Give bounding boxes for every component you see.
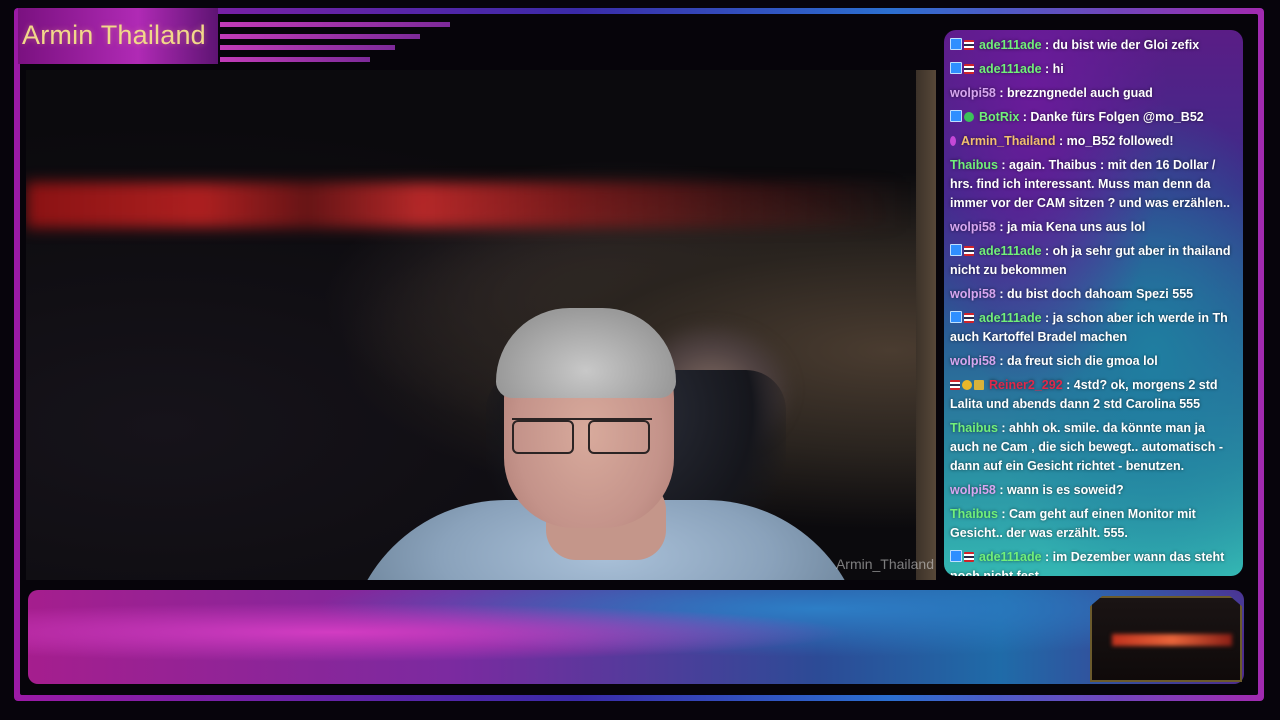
cam-watermark: Armin_Thailand [835,556,934,572]
chat-text: wann is es soweid? [1006,483,1124,497]
chat-message: wolpi58 : du bist doch dahoam Spezi 555 [950,287,1194,301]
chat-badges [950,242,976,261]
chat-message: wolpi58 : da freut sich die gmoa lol [950,354,1158,368]
chat-username[interactable]: ade111ade [979,62,1042,76]
chat-message: Thaibus : Cam geht auf einen Monitor mit… [950,507,1196,540]
chat-message: BotRix : Danke fürs Folgen @mo_B52 [944,106,1243,130]
chat-message: ade111ade : im Dezember wann das steht n… [944,546,1243,576]
chat-text: da freut sich die gmoa lol [1006,354,1158,368]
thai-flag-icon [964,40,974,50]
chat-badges [950,60,976,79]
prime-icon [950,110,962,122]
chat-username[interactable]: wolpi58 [950,220,996,234]
chat-message: wolpi58 : brezzngnedel auch guad [950,86,1153,100]
background-door [916,70,936,580]
chat-username[interactable]: Armin_Thailand [961,134,1055,148]
chat-message: ade111ade : du bist wie der Gloi zefix [944,34,1243,58]
chat-message: Thaibus : ahhh ok. smile. da könnte man … [950,421,1223,473]
chat-text: hi [1052,62,1064,76]
chat-username[interactable]: Thaibus [950,421,998,435]
chat-badges [950,309,976,328]
chat-message: Thaibus : again. Thaibus : mit den 16 Do… [950,158,1230,210]
crown-icon [974,380,984,390]
chat-username[interactable]: Thaibus [950,507,998,521]
prime-icon [950,38,962,50]
chat-username[interactable]: ade111ade [979,38,1042,52]
streamer-glasses [512,418,652,454]
chat-text: du bist wie der Gloi zefix [1052,38,1200,52]
chat-badges [950,108,976,127]
chat-username[interactable]: Thaibus [950,158,998,172]
chat-message: wolpi58 : wann is es soweid? [950,483,1124,497]
chat-username[interactable]: wolpi58 [950,483,996,497]
chat-overlay: ade111ade : du bist wie der Gloi zefix ad… [944,30,1243,576]
title-bar-4 [220,57,370,62]
chat-message: Reiner2_292 : 4std? ok, morgens 2 std La… [950,376,1218,411]
chat-badges [950,132,958,151]
chat-username[interactable]: ade111ade [979,311,1042,325]
title-bar-3 [220,45,395,50]
chat-username[interactable]: BotRix [979,110,1019,124]
prime-icon [950,550,962,562]
prime-icon [950,311,962,323]
chat-message: ade111ade : ja schon aber ich werde in T… [950,309,1228,344]
chat-username[interactable]: wolpi58 [950,354,996,368]
chat-text: mo_B52 followed! [1066,134,1174,148]
bottom-banner [28,590,1244,684]
chat-badges [950,376,986,395]
chat-message: wolpi58 : ja mia Kena uns aus lol [950,220,1146,234]
chat-username[interactable]: ade111ade [979,550,1042,564]
title-bar-1 [220,22,450,27]
chat-message: ade111ade : oh ja sehr gut aber in thail… [950,242,1231,277]
thai-flag-icon [964,552,974,562]
chat-text: brezzngnedel auch guad [1006,86,1153,100]
prime-icon [950,244,962,256]
chat-username[interactable]: ade111ade [979,244,1042,258]
secondary-cam-thumbnail [1090,596,1242,682]
moderator-icon [950,136,956,146]
chat-username[interactable]: Reiner2_292 [989,378,1063,392]
prime-icon [950,62,962,74]
chat-text: Danke fürs Folgen @mo_B52 [1030,110,1204,124]
chat-text: ja mia Kena uns aus lol [1006,220,1146,234]
chat-username[interactable]: wolpi58 [950,287,996,301]
chat-badges [950,548,976,567]
webcam-feed: Armin_Thailand [26,70,936,580]
thai-flag-icon [964,246,974,256]
gold-coin-icon [962,380,972,390]
stream-title: Armin Thailand [22,20,206,50]
chat-badges [950,36,976,55]
chat-message: ade111ade : hi [944,58,1243,82]
thai-flag-icon [964,64,974,74]
thai-flag-icon [964,313,974,323]
chat-message: Armin_Thailand : mo_B52 followed! [944,130,1243,154]
chat-text: du bist doch dahoam Spezi 555 [1006,287,1194,301]
thai-flag-icon [950,380,960,390]
chat-username[interactable]: wolpi58 [950,86,996,100]
title-bar-2 [220,34,420,39]
led-light-strip [26,182,906,228]
verified-icon [964,112,974,122]
